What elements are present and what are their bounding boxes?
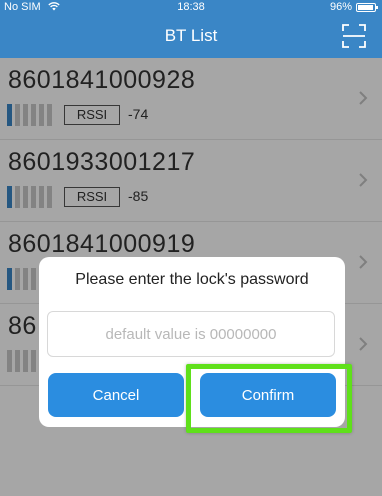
- nav-bar: BT List: [0, 14, 382, 58]
- dialog-title: Please enter the lock's password: [75, 271, 309, 288]
- battery-status: 96%: [329, 0, 378, 14]
- password-input[interactable]: [47, 311, 335, 357]
- status-bar: No SIM 18:38 96%: [0, 0, 382, 14]
- battery-icon: [356, 2, 378, 12]
- scan-icon[interactable]: [340, 22, 368, 50]
- cancel-button[interactable]: Cancel: [48, 373, 184, 417]
- highlight-box: [186, 364, 352, 433]
- battery-percent: 96%: [329, 1, 352, 13]
- page-title: BT List: [164, 26, 218, 45]
- clock: 18:38: [177, 1, 205, 13]
